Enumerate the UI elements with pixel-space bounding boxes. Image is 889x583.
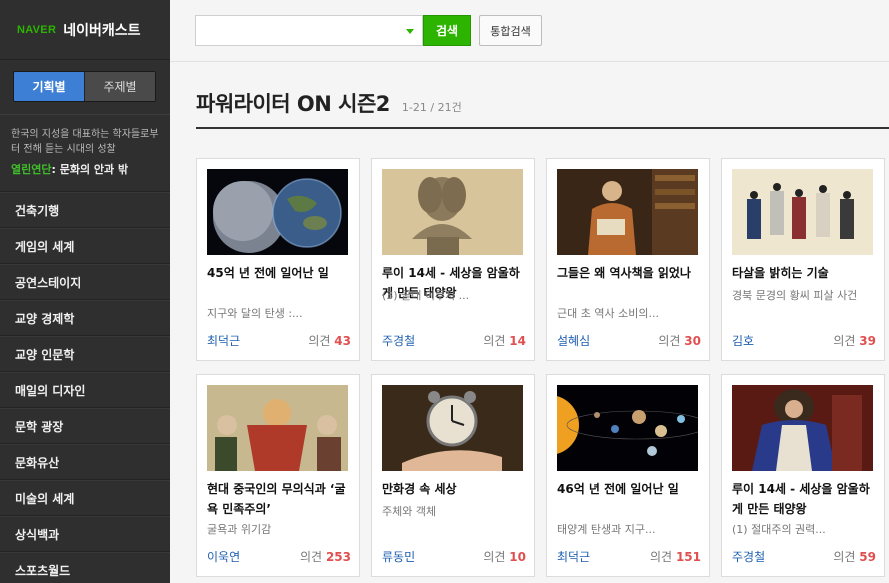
opinion-label: 의견 (483, 550, 506, 564)
card-opinions[interactable]: 의견 151 (650, 548, 701, 565)
card-subtitle: (1) 절대주의 권력... (732, 523, 826, 536)
service-name[interactable]: 네이버캐스트 (63, 20, 140, 40)
sidebar-item-art[interactable]: 미술의 세계 (0, 480, 170, 516)
alarm-clock-hand-image[interactable] (382, 385, 523, 471)
article-card[interactable]: 그들은 왜 역사책을 읽었나 근대 초 역사 소비의... 설혜심 의견 30 (546, 158, 710, 361)
title-underline (196, 127, 889, 129)
card-author[interactable]: 이욱연 (207, 548, 240, 565)
card-subtitle: 지구와 달의 탄생 :... (207, 307, 303, 320)
bust-statue-image[interactable] (382, 169, 523, 255)
article-card[interactable]: 타살을 밝히는 기술 경북 문경의 황씨 피살 사건 김호 의견 39 (721, 158, 885, 361)
opinion-label: 의견 (483, 334, 506, 348)
article-card[interactable]: 만화경 속 세상 주체와 객체 류동민 의견 10 (371, 374, 535, 577)
opinion-count: 43 (334, 334, 351, 348)
card-author[interactable]: 설혜심 (557, 332, 590, 349)
opinion-count: 10 (509, 550, 526, 564)
card-author[interactable]: 주경철 (732, 548, 765, 565)
category-tabs: 기획별 주제별 (13, 71, 156, 102)
card-subtitle: 경북 문경의 황씨 피살 사건 (732, 289, 858, 302)
opinion-count: 59 (859, 550, 876, 564)
article-card[interactable]: 현대 중국인의 무의식과 ‘굴욕 민족주의’ 굴욕과 위기감 이욱연 의견 25… (196, 374, 360, 577)
series-highlight[interactable]: 열린연단 (11, 163, 51, 176)
card-opinions[interactable]: 의견 59 (833, 548, 876, 565)
article-card[interactable]: 46억 년 전에 일어난 일 태양계 탄생과 지구... 최덕근 의견 151 (546, 374, 710, 577)
opinion-count: 30 (684, 334, 701, 348)
search-button[interactable]: 검색 (423, 15, 471, 46)
title-row: 파워라이터 ON 시즌2 1-21 / 21건 (196, 88, 462, 118)
card-opinions[interactable]: 의견 30 (658, 332, 701, 349)
card-title[interactable]: 루이 14세 - 세상을 암울하게 만든 태양왕 (732, 479, 878, 519)
series-description: 한국의 지성을 대표하는 학자들로부터 전해 듣는 시대의 성찰 (11, 129, 159, 155)
card-subtitle: 주체와 객체 (382, 505, 437, 518)
reading-man-painting-image[interactable] (557, 169, 698, 255)
opinion-count: 39 (859, 334, 876, 348)
total-search-button[interactable]: 통합검색 (479, 15, 542, 46)
search-input[interactable] (195, 15, 423, 46)
card-subtitle: 태양계 탄생과 지구... (557, 523, 656, 536)
card-author[interactable]: 주경철 (382, 332, 415, 349)
louis-portrait-image[interactable] (732, 385, 873, 471)
opinion-count: 14 (509, 334, 526, 348)
sidebar-item-architecture[interactable]: 건축기행 (0, 192, 170, 228)
sidebar-item-humanities[interactable]: 교양 인문학 (0, 336, 170, 372)
opinion-label: 의견 (300, 550, 323, 564)
card-title[interactable]: 만화경 속 세상 (382, 479, 528, 499)
planets-collision-image[interactable] (207, 169, 348, 255)
card-author[interactable]: 류동민 (382, 548, 415, 565)
caricature-image[interactable] (207, 385, 348, 471)
card-opinions[interactable]: 의견 39 (833, 332, 876, 349)
opinion-label: 의견 (833, 334, 856, 348)
card-opinions[interactable]: 의견 14 (483, 332, 526, 349)
card-opinions[interactable]: 의견 10 (483, 548, 526, 565)
card-subtitle: 굴욕과 위기감 (207, 523, 272, 536)
article-card[interactable]: 루이 14세 - 세상을 암울하게 만든 태양왕 (3) 끝내 이루지 ... … (371, 158, 535, 361)
sidebar-item-economics[interactable]: 교양 경제학 (0, 300, 170, 336)
opinion-count: 253 (325, 550, 351, 564)
joseon-officials-painting-image[interactable] (732, 169, 873, 255)
sidebar-item-encyclopedia[interactable]: 상식백과 (0, 516, 170, 552)
card-author[interactable]: 김호 (732, 332, 754, 349)
dropdown-arrow-icon[interactable] (406, 29, 414, 34)
article-card[interactable]: 루이 14세 - 세상을 암울하게 만든 태양왕 (1) 절대주의 권력... … (721, 374, 885, 577)
sidebar-item-design[interactable]: 매일의 디자인 (0, 372, 170, 408)
tab-by-topic[interactable]: 주제별 (84, 72, 155, 101)
sidebar-item-sports[interactable]: 스포츠월드 (0, 552, 170, 583)
sidebar-item-games[interactable]: 게임의 세계 (0, 228, 170, 264)
search-bar: 검색 통합검색 (195, 15, 542, 46)
card-author[interactable]: 최덕근 (557, 548, 590, 565)
article-card[interactable]: 45억 년 전에 일어난 일 지구와 달의 탄생 :... 최덕근 의견 43 (196, 158, 360, 361)
card-title[interactable]: 타살을 밝히는 기술 (732, 263, 878, 283)
sidebar-nav: 건축기행 게임의 세계 공연스테이지 교양 경제학 교양 인문학 매일의 디자인… (0, 191, 170, 583)
card-opinions[interactable]: 의견 253 (300, 548, 351, 565)
opinion-label: 의견 (650, 550, 673, 564)
series-rest[interactable]: : 문화의 안과 밖 (51, 163, 128, 176)
sidebar-item-heritage[interactable]: 문화유산 (0, 444, 170, 480)
opinion-label: 의견 (658, 334, 681, 348)
card-title[interactable]: 현대 중국인의 무의식과 ‘굴욕 민족주의’ (207, 479, 353, 519)
card-title[interactable]: 그들은 왜 역사책을 읽었나 (557, 263, 703, 283)
card-title[interactable]: 46억 년 전에 일어난 일 (557, 479, 703, 499)
result-count: 1-21 / 21건 (401, 101, 462, 114)
opinion-label: 의견 (308, 334, 331, 348)
card-author[interactable]: 최덕근 (207, 332, 240, 349)
opinion-label: 의견 (833, 550, 856, 564)
card-title[interactable]: 45억 년 전에 일어난 일 (207, 263, 353, 283)
main-content: 검색 통합검색 파워라이터 ON 시즌2 1-21 / 21건 45억 년 전에… (170, 0, 889, 583)
tab-by-series[interactable]: 기획별 (14, 72, 84, 101)
sidebar-item-literature[interactable]: 문학 광장 (0, 408, 170, 444)
page-title: 파워라이터 ON 시즌2 (196, 92, 390, 116)
opinion-count: 151 (675, 550, 701, 564)
sidebar: NAVER 네이버캐스트 기획별 주제별 한국의 지성을 대표하는 학자들로부터… (0, 0, 170, 583)
naver-logo[interactable]: NAVER (17, 24, 56, 36)
card-opinions[interactable]: 의견 43 (308, 332, 351, 349)
card-subtitle: (3) 끝내 이루지 ... (382, 289, 470, 302)
sidebar-item-performance[interactable]: 공연스테이지 (0, 264, 170, 300)
series-link[interactable]: 열린연단: 문화의 안과 밖 (0, 157, 170, 177)
card-subtitle: 근대 초 역사 소비의... (557, 307, 659, 320)
header-divider (170, 61, 889, 62)
solar-system-image[interactable] (557, 385, 698, 471)
logo[interactable]: NAVER 네이버캐스트 (0, 0, 170, 60)
